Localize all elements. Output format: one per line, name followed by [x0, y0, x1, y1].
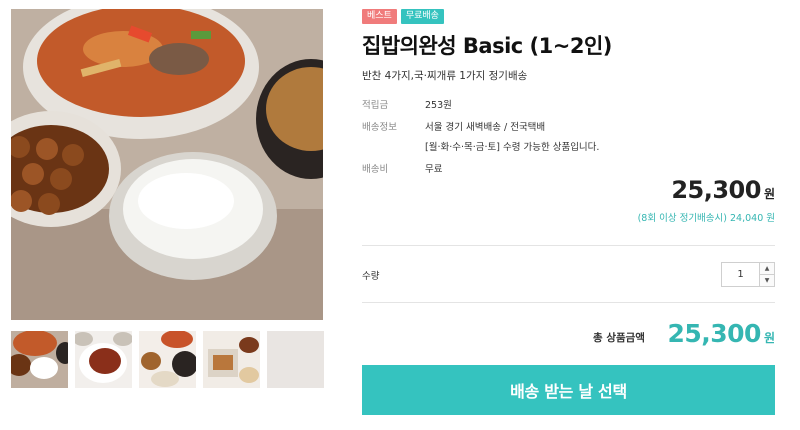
quantity-stepper: ▲ ▼ — [721, 262, 775, 287]
product-badges: 베스트 무료배송 — [362, 9, 444, 24]
free-shipping-badge: 무료배송 — [400, 9, 444, 24]
select-delivery-date-button[interactable]: 배송 받는 날 선택 — [362, 365, 775, 415]
thumbnail-5[interactable] — [267, 331, 324, 388]
delivery-info-value: 서울 경기 새벽배송 / 전국택배 — [425, 122, 546, 133]
total-price-unit: 원 — [763, 331, 775, 345]
price-unit: 원 — [763, 187, 775, 201]
thumbnail-1[interactable] — [11, 331, 68, 388]
triangle-up-icon[interactable]: ▲ — [760, 263, 774, 274]
thumbnail-strip — [11, 331, 324, 388]
product-subtitle: 반찬 4가지,국·찌개류 1가지 정기배송 — [362, 70, 528, 82]
thumbnail-2[interactable] — [75, 331, 132, 388]
triangle-down-icon[interactable]: ▼ — [760, 274, 774, 286]
divider-bottom — [362, 302, 775, 303]
delivery-days-value: [월·화·수·목·금·토] 수령 가능한 상품입니다. — [425, 142, 600, 153]
shipping-fee-value: 무료 — [425, 164, 443, 175]
total-price-label: 총 상품금액 — [593, 332, 645, 344]
price-amount: 25,300 — [671, 176, 761, 204]
points-value: 253원 — [425, 100, 452, 111]
shipping-fee-label: 배송비 — [362, 164, 389, 175]
thumbnail-4[interactable] — [203, 331, 260, 388]
product-title: 집밥의완성 Basic (1~2인) — [362, 34, 612, 58]
delivery-info-label: 배송정보 — [362, 122, 397, 133]
quantity-input[interactable] — [722, 263, 759, 286]
total-price-amount: 25,300 — [667, 319, 761, 348]
points-label: 적립금 — [362, 100, 389, 111]
quantity-label: 수량 — [362, 271, 380, 282]
product-main-image — [11, 9, 323, 320]
subscription-price: (8회 이상 정기배송시) 24,040 원 — [637, 213, 775, 224]
thumbnail-3[interactable] — [139, 331, 196, 388]
divider-top — [362, 245, 775, 246]
best-badge: 베스트 — [362, 9, 397, 24]
total-price: 25,300 원 — [667, 319, 775, 348]
product-price: 25,300 원 — [671, 176, 775, 204]
quantity-buttons: ▲ ▼ — [759, 263, 774, 286]
